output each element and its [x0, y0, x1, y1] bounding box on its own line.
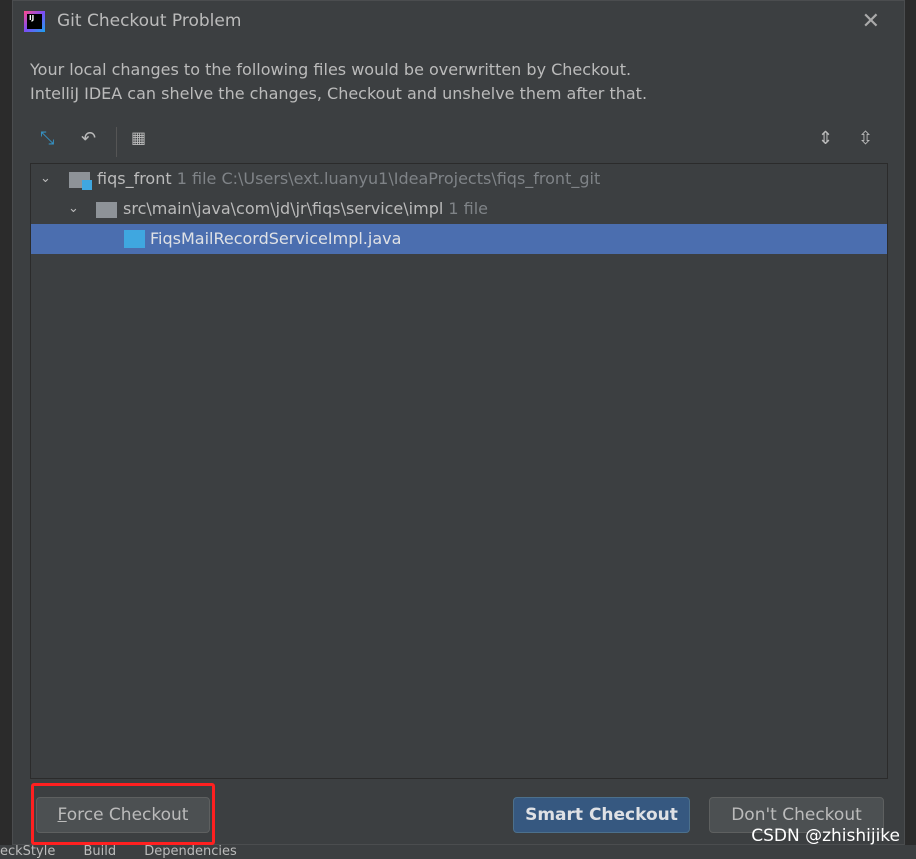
tab-dependencies[interactable]: Dependencies	[144, 845, 237, 859]
folder-count: 1 file	[448, 199, 489, 218]
git-checkout-problem-dialog: IJ Git Checkout Problem ✕ Your local cha…	[12, 0, 905, 845]
folder-icon	[96, 202, 117, 218]
toolbar-separator	[116, 127, 117, 157]
tree-row-file[interactable]: FiqsMailRecordServiceImpl.java	[31, 224, 887, 254]
collapse-all-icon[interactable]: ⇳	[858, 128, 873, 149]
smart-checkout-button[interactable]: Smart Checkout	[513, 797, 690, 833]
file-name: FiqsMailRecordServiceImpl.java	[150, 229, 402, 248]
show-diff-icon[interactable]: ⤡	[40, 128, 54, 149]
intellij-logo-icon: IJ	[24, 11, 45, 32]
group-by-icon[interactable]: ▦	[131, 128, 146, 147]
tree-row-root[interactable]: ⌄ fiqs_front 1 file C:\Users\ext.luanyu1…	[31, 164, 887, 194]
java-file-icon	[124, 230, 145, 248]
chevron-down-icon[interactable]: ⌄	[68, 194, 79, 224]
root-name: fiqs_front	[97, 169, 172, 188]
message-line-2: IntelliJ IDEA can shelve the changes, Ch…	[30, 84, 648, 103]
tab-build[interactable]: Build	[83, 845, 116, 859]
root-count: 1 file	[176, 169, 217, 188]
highlight-box	[31, 783, 215, 845]
watermark: CSDN @zhishijike	[751, 826, 900, 846]
background-editor	[0, 0, 12, 845]
chevron-down-icon[interactable]: ⌄	[40, 164, 51, 194]
rollback-icon[interactable]: ↶	[81, 128, 96, 149]
changes-tree[interactable]: ⌄ fiqs_front 1 file C:\Users\ext.luanyu1…	[30, 163, 888, 779]
message-line-1: Your local changes to the following file…	[30, 60, 632, 79]
tree-row-folder[interactable]: ⌄ src\main\java\com\jd\jr\fiqs\service\i…	[31, 194, 887, 224]
folder-name: src\main\java\com\jd\jr\fiqs\service\imp…	[123, 199, 444, 218]
tab-checkstyle[interactable]: eckStyle	[0, 845, 55, 859]
root-path: C:\Users\ext.luanyu1\IdeaProjects\fiqs_f…	[221, 169, 601, 188]
dialog-title: Git Checkout Problem	[57, 11, 242, 31]
close-icon[interactable]: ✕	[862, 9, 880, 34]
expand-all-icon[interactable]: ⇕	[818, 128, 833, 149]
background-tool-tabs: eckStyle Build Dependencies	[0, 845, 916, 859]
dialog-message: Your local changes to the following file…	[30, 58, 647, 106]
module-folder-icon	[69, 172, 92, 190]
